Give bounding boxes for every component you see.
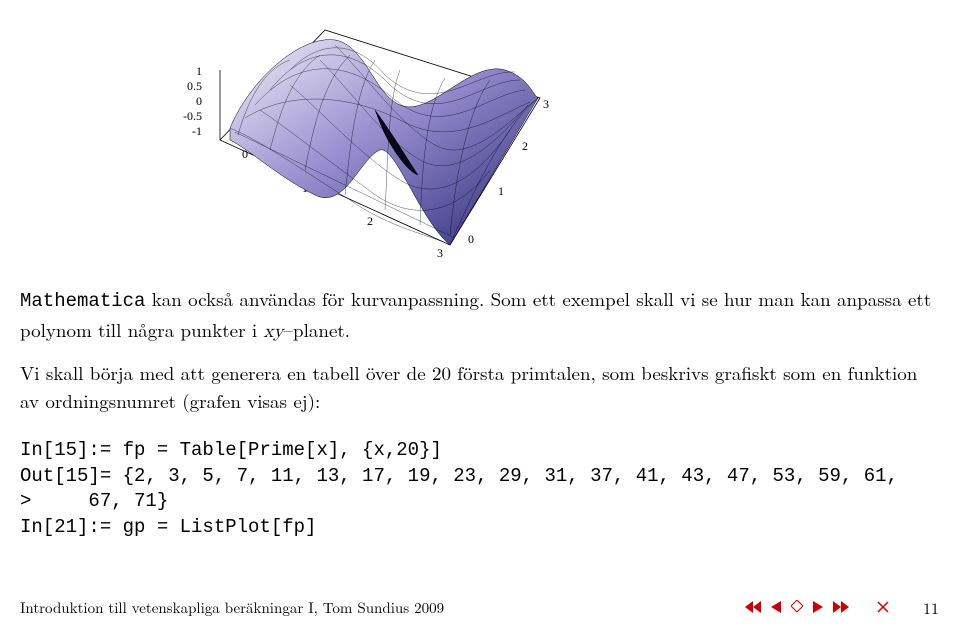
z-tick-0.5: 0.5 [187,79,202,93]
page-footer: Introduktion till vetenskapliga beräknin… [20,595,939,619]
page-number: 11 [923,596,939,619]
y-tick-3: 3 [543,97,549,111]
nav-icons [745,597,889,617]
paragraph-1: Mathematica kan också användas för kurva… [20,285,939,345]
code-block: In[15]:= fp = Table[Prime[x], {x,20}] Ou… [20,438,939,541]
z-tick-0: 0 [196,94,202,108]
para1-rest: kan också användas för kurvanpassning. S… [20,285,931,343]
z-tick-1: 1 [196,64,202,78]
y-tick-2: 2 [522,139,528,153]
close-icon[interactable] [877,599,889,615]
surface-svg: 1 0.5 0 -0.5 -1 0 1 2 3 0 1 2 3 [150,0,570,260]
prev-page-icon[interactable] [771,599,781,615]
code-line-2: Out[15]= {2, 3, 5, 7, 11, 13, 17, 19, 23… [20,465,898,487]
para1-tail: –planet. [284,316,351,343]
z-tick--1: -1 [192,124,202,138]
y-tick-0: 0 [468,232,474,246]
body-text-block: Mathematica kan också användas för kurva… [20,285,939,414]
next-page-icon[interactable] [813,599,823,615]
footer-credit: Introduktion till vetenskapliga beräknin… [20,597,444,618]
code-line-3: > 67, 71} [20,490,168,512]
code-line-4: In[21]:= gp = ListPlot[fp] [20,516,316,538]
y-tick-1: 1 [498,184,504,198]
x-tick-3: 3 [437,246,443,260]
surface-3d-plot: 1 0.5 0 -0.5 -1 0 1 2 3 0 1 2 3 [150,0,570,260]
first-page-icon[interactable] [745,599,761,615]
diamond-icon[interactable] [791,597,803,617]
x-tick-2: 2 [367,214,373,228]
last-page-icon[interactable] [833,599,849,615]
paragraph-2: Vi skall börja med att generera en tabel… [20,359,939,414]
mathematica-keyword: Mathematica [20,290,145,312]
code-line-1: In[15]:= fp = Table[Prime[x], {x,20}] [20,439,442,461]
z-tick--0.5: -0.5 [183,109,202,123]
xy-math: xy [263,322,283,341]
